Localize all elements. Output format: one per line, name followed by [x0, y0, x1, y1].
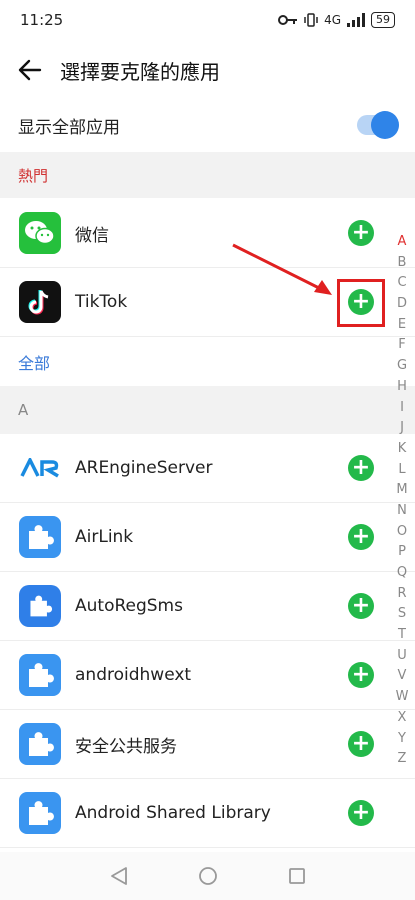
add-button[interactable]: + [348, 662, 374, 688]
alphabet-letter[interactable]: Z [398, 749, 407, 770]
wechat-icon [19, 212, 61, 254]
puzzle-icon [19, 723, 61, 765]
section-header-letter-a: A [0, 386, 415, 434]
alphabet-index[interactable]: ABCDEFGHIJKLMNOPQRSTUVWXYZ [393, 232, 411, 770]
alphabet-letter[interactable]: G [397, 356, 407, 377]
nav-home-icon[interactable] [198, 866, 218, 886]
alphabet-letter[interactable]: F [398, 335, 405, 356]
alphabet-letter[interactable]: M [396, 480, 407, 501]
app-name: AutoRegSms [75, 596, 183, 616]
alphabet-letter[interactable]: L [398, 460, 405, 481]
alphabet-letter[interactable]: I [400, 398, 404, 419]
alphabet-letter[interactable]: O [397, 522, 407, 543]
alphabet-letter[interactable]: E [398, 315, 406, 336]
add-button[interactable]: + [348, 731, 374, 757]
nav-recents-icon[interactable] [288, 867, 306, 885]
section-header-hot: 熱門 [0, 152, 415, 198]
alphabet-letter[interactable]: A [398, 232, 407, 253]
alphabet-letter[interactable]: X [398, 708, 407, 729]
toggle-knob [371, 111, 399, 139]
clock: 11:25 [20, 11, 64, 29]
app-name: androidhwext [75, 665, 192, 685]
annotation-arrow-icon [232, 243, 332, 295]
alphabet-letter[interactable]: H [397, 377, 407, 398]
vibrate-icon [304, 13, 318, 27]
back-arrow-icon [18, 59, 42, 81]
alphabet-letter[interactable]: R [397, 584, 406, 605]
app-name: AREngineServer [75, 458, 213, 478]
plus-icon: + [351, 731, 371, 756]
app-row-security-public-service[interactable]: 安全公共服务 + [0, 710, 415, 779]
show-all-apps-toggle[interactable] [357, 111, 399, 139]
app-row-wechat[interactable]: 微信 + [0, 199, 415, 268]
puzzle-icon [19, 654, 61, 696]
alphabet-letter[interactable]: K [398, 439, 407, 460]
alphabet-letter[interactable]: W [396, 687, 409, 708]
plus-icon: + [351, 220, 371, 245]
alphabet-letter[interactable]: U [397, 646, 407, 667]
show-all-apps-label: 显示全部应用 [18, 117, 120, 138]
annotation-highlight-box [337, 279, 385, 327]
alphabet-letter[interactable]: V [398, 666, 407, 687]
alphabet-letter[interactable]: J [400, 418, 404, 439]
add-button[interactable]: + [348, 455, 374, 481]
alphabet-letter[interactable]: C [397, 273, 406, 294]
add-button[interactable]: + [348, 593, 374, 619]
app-row-android-shared-library[interactable]: Android Shared Library + [0, 779, 415, 848]
app-row-arengineserver[interactable]: AREngineServer + [0, 434, 415, 503]
puzzle-icon [19, 792, 61, 834]
plus-icon: + [351, 593, 371, 618]
alphabet-letter[interactable]: B [398, 253, 407, 274]
add-button[interactable]: + [348, 800, 374, 826]
signal-icon [347, 13, 365, 27]
key-icon [278, 15, 298, 25]
app-row-airlink[interactable]: AirLink + [0, 503, 415, 572]
puzzle-icon [19, 585, 61, 627]
alphabet-letter[interactable]: N [397, 501, 407, 522]
app-name: AirLink [75, 527, 134, 547]
page-title: 選擇要克隆的應用 [60, 59, 220, 84]
nav-back-icon[interactable] [110, 866, 128, 886]
status-bar: 11:25 4G 59 [0, 0, 415, 40]
add-button[interactable]: + [348, 220, 374, 246]
alphabet-letter[interactable]: P [398, 542, 406, 563]
app-name: 安全公共服务 [75, 736, 177, 757]
show-all-apps-row: 显示全部应用 [0, 98, 415, 152]
plus-icon: + [351, 455, 371, 480]
status-icons: 4G 59 [278, 12, 395, 28]
plus-icon: + [351, 524, 371, 549]
app-row-autoregsms[interactable]: AutoRegSms + [0, 572, 415, 641]
back-button[interactable] [0, 42, 60, 98]
network-type: 4G [324, 13, 341, 27]
alphabet-letter[interactable]: T [398, 625, 406, 646]
tiktok-icon [19, 281, 61, 323]
app-row-androidhwext[interactable]: androidhwext + [0, 641, 415, 710]
alphabet-letter[interactable]: Q [397, 563, 407, 584]
app-name: 微信 [75, 225, 109, 246]
app-name: Android Shared Library [75, 803, 271, 823]
plus-icon: + [351, 800, 371, 825]
plus-icon: + [351, 662, 371, 687]
app-bar: 選擇要克隆的應用 [0, 42, 415, 98]
battery-icon: 59 [371, 12, 395, 28]
puzzle-icon [19, 516, 61, 558]
navigation-bar [0, 852, 415, 900]
alphabet-letter[interactable]: S [398, 604, 406, 625]
add-button[interactable]: + [348, 524, 374, 550]
section-header-all: 全部 [18, 354, 51, 373]
app-name: TikTok [75, 292, 128, 312]
alphabet-letter[interactable]: Y [398, 729, 406, 750]
alphabet-letter[interactable]: D [397, 294, 407, 315]
ar-engine-icon [19, 447, 61, 489]
